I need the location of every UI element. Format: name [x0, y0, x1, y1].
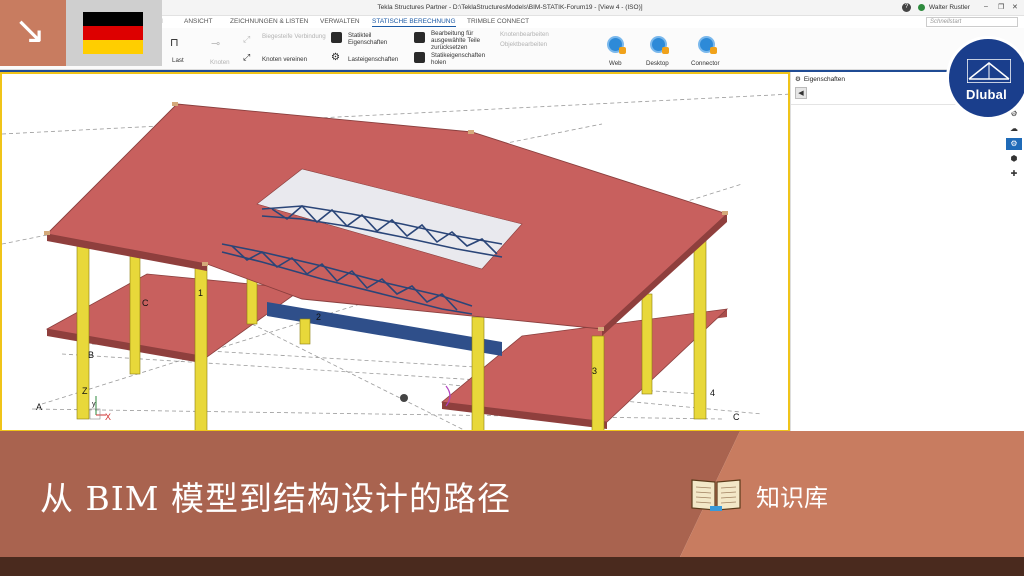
last-button[interactable]: Last: [172, 57, 184, 64]
knoten-button: Knoten: [210, 59, 230, 66]
web-globe-icon[interactable]: [607, 36, 626, 54]
tab-zeichnungen-listen[interactable]: ZEICHNUNGEN & LISTEN: [230, 18, 308, 25]
open-book-icon: [691, 479, 741, 511]
analysis-part-icon[interactable]: [331, 32, 342, 43]
knoten-vereinen-button[interactable]: Knoten vereinen: [262, 56, 307, 63]
axis-y-label: y: [92, 401, 96, 408]
grid-label-1: 1: [198, 288, 203, 298]
connector-button[interactable]: Connector: [691, 60, 720, 67]
gear-icon: ⚙: [331, 52, 340, 63]
grid-label-2: 2: [316, 312, 321, 322]
load-icon[interactable]: ⊓: [170, 36, 179, 49]
tab-ansicht[interactable]: ANSICHT: [184, 18, 213, 25]
statikeigenschaften-holen-button[interactable]: Statikeigenschaften holen: [431, 52, 501, 66]
gear-icon: ⚙: [795, 76, 801, 83]
grid-label-a: A: [36, 402, 42, 412]
web-button[interactable]: Web: [609, 60, 622, 67]
statikteil-eigenschaften-button[interactable]: Statikteil Eigenschaften: [348, 32, 408, 46]
connector-globe-icon[interactable]: [698, 36, 717, 54]
knowledge-base-label: 知识库: [756, 484, 828, 512]
bridge-icon: [967, 59, 1011, 83]
back-button[interactable]: ◀: [795, 87, 807, 99]
panel-title: Eigenschaften: [803, 75, 846, 83]
desktop-globe-icon[interactable]: [650, 36, 669, 54]
close-button[interactable]: ✕: [1012, 3, 1018, 11]
user-icon: [918, 4, 925, 11]
grid-label-b: B: [88, 350, 94, 360]
arrow-down-right-icon: ↘: [14, 8, 46, 52]
grid-label-c-right: C: [733, 412, 740, 422]
logo-text: Dlubal: [966, 87, 1007, 102]
user-account[interactable]: Walter Rustler: [918, 4, 970, 11]
banner-headline: 从 BIM 模型到结构设计的路径: [40, 479, 512, 518]
tab-trimble-connect[interactable]: TRIMBLE CONNECT: [467, 18, 529, 25]
structure-model: C 1 B 2 3 4 A C Z y X: [2, 93, 788, 430]
axis-x-label: X: [105, 412, 111, 422]
get-analysis-props-icon[interactable]: [414, 52, 425, 63]
user-name: Walter Rustler: [929, 4, 970, 11]
model-viewport-iso[interactable]: C 1 B 2 3 4 A C Z y X: [0, 72, 790, 432]
bearbeitung-reset-button[interactable]: Bearbeitung für ausgewählte Teile zurück…: [431, 30, 499, 51]
starre-verbindung-button: Biegesteife Verbindung: [262, 33, 326, 40]
properties-panel: ⚙ Eigenschaften ◀: [790, 72, 1005, 432]
window-title: Tekla Structures Partner - D:\TeklaStruc…: [377, 4, 643, 11]
help-icon[interactable]: ?: [902, 3, 911, 12]
node-icon: ⊸: [211, 38, 221, 50]
objektbearbeiten-button: Objektbearbeiten: [500, 41, 548, 48]
reset-edit-icon[interactable]: [414, 32, 425, 43]
dlubal-logo: Dlubal: [946, 36, 1024, 120]
rigid-connection-icon: ⤢: [243, 34, 251, 44]
tab-verwalten[interactable]: VERWALTEN: [320, 18, 360, 25]
maximize-button[interactable]: ❐: [998, 3, 1004, 11]
rotation-center-icon: [400, 394, 408, 402]
cloud-side-icon[interactable]: ☁: [1006, 123, 1022, 135]
german-flag-icon: [83, 12, 143, 54]
desktop-button[interactable]: Desktop: [646, 60, 669, 67]
merge-nodes-icon[interactable]: ⤢: [243, 52, 250, 63]
properties-side-icon[interactable]: ⚙: [1006, 138, 1022, 150]
footer-strip: [0, 557, 1024, 576]
lasteigenschaften-button[interactable]: Lasteigenschaften: [348, 56, 398, 63]
axis-z-label: Z: [82, 386, 88, 396]
minimize-button[interactable]: –: [984, 3, 988, 10]
knotenbearbeiten-button: Knotenbearbeiten: [500, 31, 549, 38]
tab-statische-berechnung[interactable]: STATISCHE BERECHNUNG: [372, 18, 456, 27]
grid-label-3: 3: [592, 366, 597, 376]
link-arrow-badge: ↘: [0, 0, 66, 66]
quick-search-input[interactable]: Schnellstart: [926, 17, 1018, 27]
grid-label-c: C: [142, 298, 149, 308]
grid-label-4: 4: [710, 388, 715, 398]
add-side-icon[interactable]: ✚: [1006, 168, 1022, 180]
model-side-icon[interactable]: ⬢: [1006, 153, 1022, 165]
